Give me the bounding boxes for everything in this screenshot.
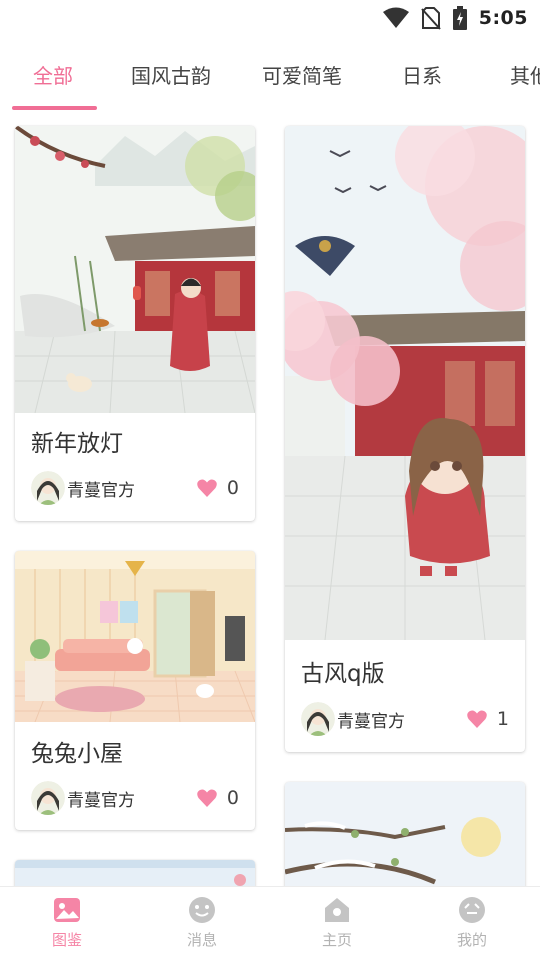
avatar[interactable] — [301, 702, 335, 736]
artwork-thumbnail[interactable] — [285, 126, 525, 640]
nav-messages[interactable]: 消息 — [152, 893, 252, 955]
bottom-navigation: 图鉴 消息 主页 我的 — [0, 886, 540, 960]
avatar[interactable] — [31, 781, 65, 815]
card-title: 兔兔小屋 — [31, 741, 123, 767]
category-tabs: 全部 国风古韵 可爱简笔 日系 其他 — [0, 48, 540, 112]
tab-cute-sketch[interactable]: 可爱简笔 — [262, 60, 342, 89]
heart-icon — [197, 479, 217, 497]
tab-all[interactable]: 全部 — [33, 60, 73, 89]
heart-icon — [197, 789, 217, 807]
nav-label: 我的 — [456, 931, 487, 949]
no-sim-icon — [420, 7, 441, 30]
nav-profile[interactable]: 我的 — [422, 893, 522, 955]
artwork-card[interactable]: 兔兔小屋 青蔓官方 0 — [15, 551, 255, 830]
artwork-card[interactable]: 新年放灯 青蔓官方 0 — [15, 126, 255, 521]
battery-charging-icon — [452, 6, 467, 30]
status-icons: 5:05 — [382, 6, 528, 30]
author-name[interactable]: 青蔓官方 — [67, 476, 197, 501]
tab-indicator — [12, 106, 97, 110]
like-button[interactable]: 0 — [197, 477, 239, 499]
home-icon — [325, 898, 349, 922]
tab-other[interactable]: 其他 — [510, 60, 540, 89]
tab-japanese[interactable]: 日系 — [402, 60, 442, 89]
avatar[interactable] — [31, 471, 65, 505]
profile-icon — [459, 897, 485, 923]
gallery-icon — [54, 898, 80, 922]
status-bar: 5:05 — [0, 0, 540, 38]
card-meta: 青蔓官方 1 — [301, 701, 509, 737]
nav-home[interactable]: 主页 — [287, 893, 387, 955]
like-button[interactable]: 0 — [197, 787, 239, 809]
artwork-card[interactable]: 古风q版 青蔓官方 1 — [285, 126, 525, 752]
card-meta: 青蔓官方 0 — [31, 470, 239, 506]
card-title: 新年放灯 — [31, 431, 123, 457]
nav-gallery[interactable]: 图鉴 — [17, 893, 117, 955]
tab-guofeng[interactable]: 国风古韵 — [131, 60, 211, 89]
like-count: 1 — [496, 708, 509, 730]
like-button[interactable]: 1 — [467, 708, 509, 730]
author-name[interactable]: 青蔓官方 — [67, 786, 197, 811]
nav-label: 图鉴 — [51, 931, 82, 949]
heart-icon — [467, 710, 487, 728]
message-icon — [189, 897, 215, 923]
nav-label: 主页 — [321, 931, 352, 949]
like-count: 0 — [226, 477, 239, 499]
artwork-thumbnail[interactable] — [15, 551, 255, 722]
like-count: 0 — [226, 787, 239, 809]
artwork-thumbnail[interactable] — [15, 126, 255, 413]
author-name[interactable]: 青蔓官方 — [337, 707, 467, 732]
card-meta: 青蔓官方 0 — [31, 780, 239, 816]
clock-time: 5:05 — [478, 7, 528, 29]
nav-label: 消息 — [186, 931, 217, 949]
wifi-icon — [382, 7, 409, 28]
card-title: 古风q版 — [301, 661, 385, 687]
